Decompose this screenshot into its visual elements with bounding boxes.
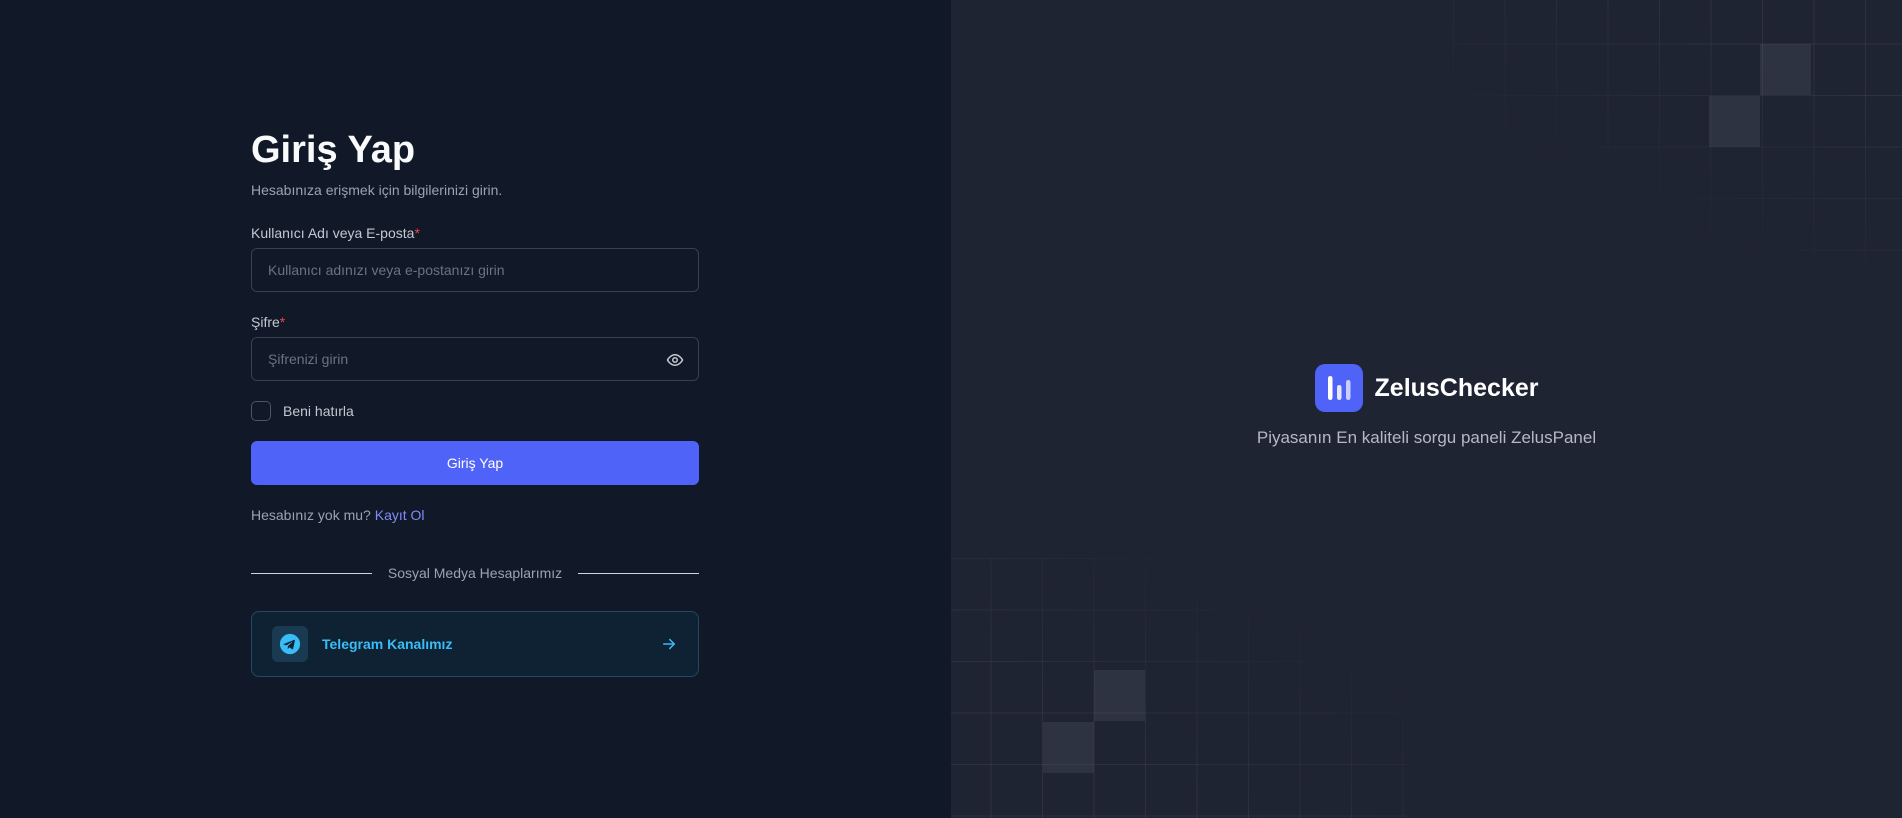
required-mark: *: [279, 314, 286, 330]
telegram-label: Telegram Kanalımız: [322, 636, 453, 652]
social-divider: Sosyal Medya Hesaplarımız: [251, 565, 700, 581]
password-label-text: Şifre: [251, 314, 280, 330]
brand-tagline: Piyasanın En kaliteli sorgu paneli Zelus…: [1256, 428, 1597, 447]
telegram-icon-box: [272, 626, 308, 662]
grid-highlight-cell: [1043, 722, 1094, 773]
username-input[interactable]: [252, 249, 698, 291]
divider-line: [578, 572, 700, 574]
divider-line: [251, 572, 372, 574]
register-link[interactable]: Kayıt Ol: [375, 507, 425, 523]
password-input[interactable]: [252, 338, 698, 380]
telegram-icon: [279, 633, 301, 655]
social-heading: Sosyal Medya Hesaplarımız: [387, 565, 563, 581]
brand-block: ZelusChecker Piyasanın En kaliteli sorgu…: [951, 364, 1902, 448]
background-grid: [951, 558, 1409, 818]
grid-highlight-cell: [1709, 96, 1760, 147]
username-field: [251, 248, 699, 292]
page-subtitle: Hesabınıza erişmek için bilgilerinizi gi…: [251, 182, 503, 198]
login-form: Giriş Yap Hesabınıza erişmek için bilgil…: [251, 128, 700, 677]
arrow-right-icon: [663, 638, 675, 650]
logo-bars: [1327, 376, 1351, 400]
brand-row: ZelusChecker: [951, 364, 1902, 412]
remember-label: Beni hatırla: [283, 403, 354, 419]
brand-name: ZelusChecker: [1374, 373, 1539, 402]
password-label: Şifre*: [251, 314, 699, 330]
no-account-text: Hesabınız yok mu?: [251, 507, 371, 523]
login-button[interactable]: Giriş Yap: [251, 441, 699, 485]
remember-me: Beni hatırla: [251, 401, 699, 421]
password-field: [251, 337, 699, 381]
page-title: Giriş Yap: [251, 129, 416, 171]
username-label-text: Kullanıcı Adı veya E-posta: [251, 225, 415, 241]
bar-chart-logo-icon: [1314, 364, 1363, 412]
grid-highlight-cell: [1760, 44, 1811, 95]
telegram-channel-link[interactable]: Telegram Kanalımız: [251, 611, 699, 677]
eye-icon[interactable]: [666, 351, 684, 369]
brand-panel: ZelusChecker Piyasanın En kaliteli sorgu…: [951, 0, 1902, 818]
grid-highlight-cell: [1094, 670, 1145, 721]
username-label: Kullanıcı Adı veya E-posta*: [251, 225, 699, 241]
signup-prompt: Hesabınız yok mu? Kayıt Ol: [251, 507, 699, 523]
login-panel: Giriş Yap Hesabınıza erişmek için bilgil…: [0, 0, 951, 818]
remember-checkbox[interactable]: [251, 401, 271, 421]
background-grid: [1453, 0, 1902, 262]
required-mark: *: [414, 225, 420, 241]
